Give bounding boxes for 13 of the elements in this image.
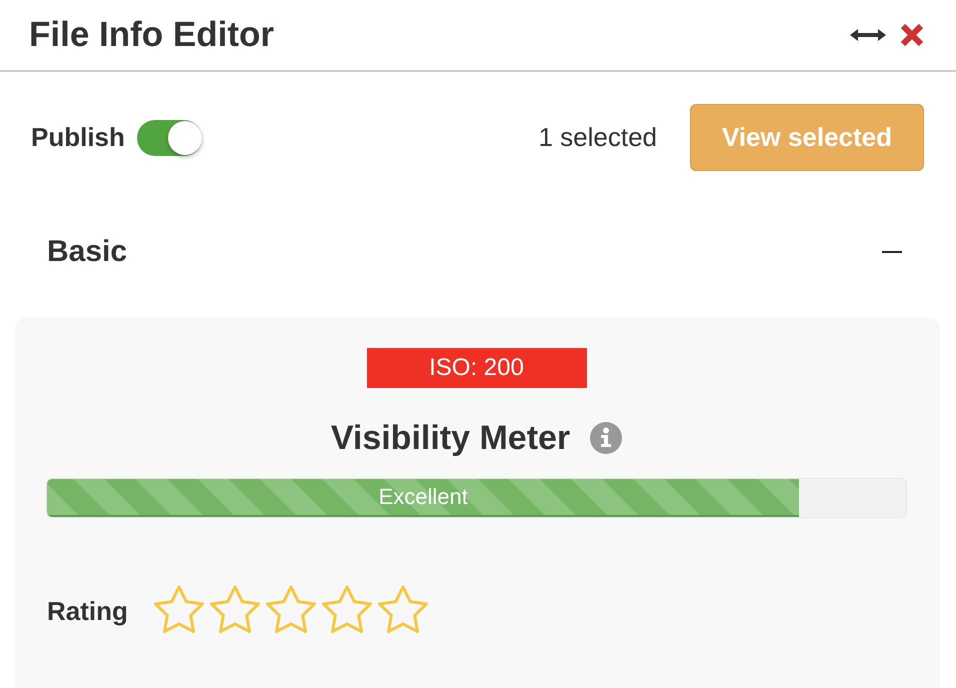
meter-reading: Excellent <box>378 484 468 510</box>
publish-toggle[interactable] <box>136 120 202 156</box>
rating-label: Rating <box>47 596 128 627</box>
window-title: File Info Editor <box>29 15 274 55</box>
section-title: Basic <box>47 235 128 269</box>
view-selected-button[interactable]: View selected <box>690 104 924 171</box>
selection-count: 1 selected <box>538 122 657 153</box>
publish-label: Publish <box>31 122 125 153</box>
iso-badge: ISO: 200 <box>366 348 586 388</box>
close-icon[interactable] <box>900 23 924 47</box>
resize-icon[interactable] <box>850 28 886 42</box>
info-icon[interactable] <box>590 422 622 454</box>
meter-title: Visibility Meter <box>330 418 570 458</box>
